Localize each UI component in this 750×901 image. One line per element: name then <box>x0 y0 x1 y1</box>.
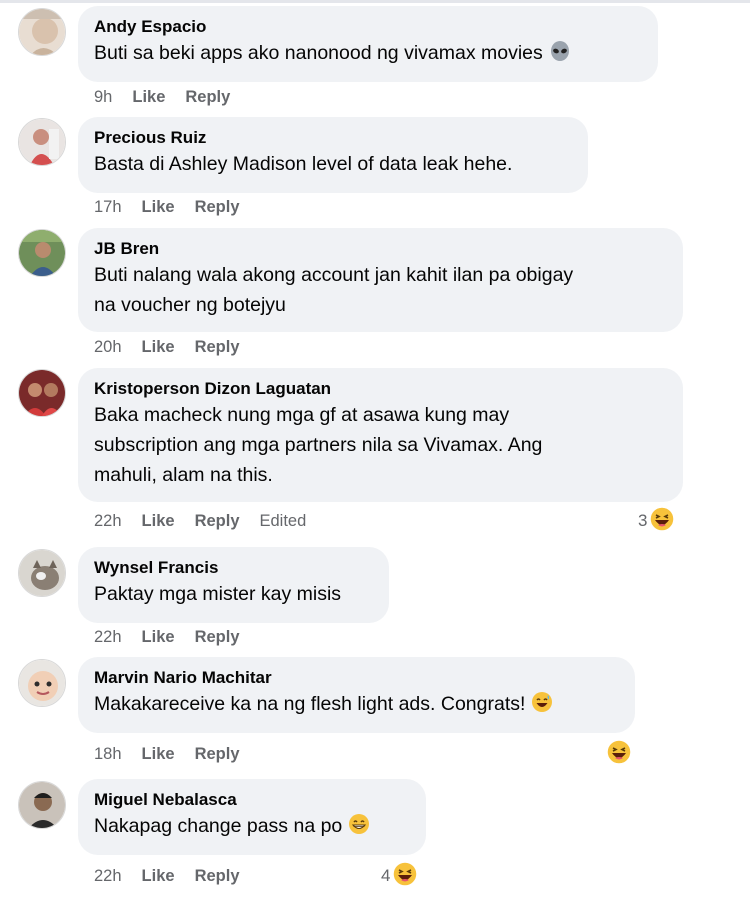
avatar[interactable] <box>18 549 66 597</box>
like-button[interactable]: Like <box>142 336 175 358</box>
comment-actions: 22h Like Reply <box>94 626 260 648</box>
comment-actions: 22h Like Reply Edited <box>94 510 326 532</box>
reply-button[interactable]: Reply <box>195 196 240 218</box>
comment-bubble: Andy Espacio Buti sa beki apps ako nanon… <box>78 6 658 82</box>
haha-icon <box>649 505 676 537</box>
reply-button[interactable]: Reply <box>195 865 240 887</box>
comment-text: Nakapag change pass na po <box>94 811 408 844</box>
haha-icon <box>392 860 419 892</box>
reply-button[interactable]: Reply <box>185 86 230 108</box>
comment-time[interactable]: 22h <box>94 510 122 532</box>
avatar[interactable] <box>18 118 66 166</box>
comment-bubble: Kristoperson Dizon Laguatan Baka macheck… <box>78 368 683 502</box>
edited-label[interactable]: Edited <box>260 510 307 532</box>
reply-button[interactable]: Reply <box>195 510 240 532</box>
comment-text: subscription ang mga partners nila sa Vi… <box>94 434 543 456</box>
reaction-summary[interactable]: 4 <box>381 860 419 892</box>
comment-time[interactable]: 22h <box>94 865 122 887</box>
haha-icon <box>606 738 632 770</box>
reply-button[interactable]: Reply <box>195 743 240 765</box>
comment-time[interactable]: 20h <box>94 336 122 358</box>
comment-actions: 17h Like Reply <box>94 196 260 218</box>
comment-author[interactable]: JB Bren <box>94 238 665 260</box>
reaction-summary[interactable]: 3 <box>638 505 676 537</box>
comment-text: Baka macheck nung mga gf at asawa kung m… <box>94 404 510 426</box>
comment-text: Paktay mga mister kay misis <box>94 583 342 605</box>
comment-bubble: JB Bren Buti nalang wala akong account j… <box>78 228 683 332</box>
avatar[interactable] <box>18 659 66 707</box>
comment-text: Buti nalang wala akong account jan kahit… <box>94 264 574 286</box>
avatar[interactable] <box>18 8 66 56</box>
like-button[interactable]: Like <box>142 743 175 765</box>
comment-time[interactable]: 22h <box>94 626 122 648</box>
reaction-count: 3 <box>638 511 648 530</box>
reaction-count: 4 <box>381 866 391 885</box>
comment-author[interactable]: Andy Espacio <box>94 16 640 38</box>
comment-text: na voucher ng botejyu <box>94 294 286 316</box>
comment-time[interactable]: 17h <box>94 196 122 218</box>
comment-actions: 9h Like Reply <box>94 86 250 108</box>
avatar[interactable] <box>18 369 66 417</box>
comment-text: Makakareceive ka na ng flesh light ads. … <box>94 689 617 722</box>
sweat-smile-icon <box>531 691 553 722</box>
like-button[interactable]: Like <box>142 626 175 648</box>
comment-bubble: Marvin Nario Machitar Makakareceive ka n… <box>78 657 635 733</box>
reply-button[interactable]: Reply <box>195 336 240 358</box>
comment-actions: 22h Like Reply <box>94 865 260 887</box>
comment-time[interactable]: 18h <box>94 743 122 765</box>
comment-author[interactable]: Kristoperson Dizon Laguatan <box>94 378 665 400</box>
comment-author[interactable]: Marvin Nario Machitar <box>94 667 617 689</box>
comment-bubble: Miguel Nebalasca Nakapag change pass na … <box>78 779 426 855</box>
reply-button[interactable]: Reply <box>195 626 240 648</box>
comment-actions: 20h Like Reply <box>94 336 260 358</box>
like-button[interactable]: Like <box>142 196 175 218</box>
comment-time[interactable]: 9h <box>94 86 112 108</box>
comment-author[interactable]: Miguel Nebalasca <box>94 789 408 811</box>
comment-text: Basta di Ashley Madison level of data le… <box>94 153 513 175</box>
comment-bubble: Precious Ruiz Basta di Ashley Madison le… <box>78 117 588 193</box>
grin-icon <box>348 813 370 844</box>
avatar[interactable] <box>18 229 66 277</box>
comment-author[interactable]: Precious Ruiz <box>94 127 570 149</box>
top-border <box>0 0 750 3</box>
comment-text: mahuli, alam na this. <box>94 464 273 486</box>
like-button[interactable]: Like <box>132 86 165 108</box>
like-button[interactable]: Like <box>142 865 175 887</box>
comment-bubble: Wynsel Francis Paktay mga mister kay mis… <box>78 547 389 623</box>
comment-text: Buti sa beki apps ako nanonood ng vivama… <box>94 38 640 71</box>
comment-actions: 18h Like Reply <box>94 743 260 765</box>
reaction-summary[interactable] <box>606 738 632 770</box>
like-button[interactable]: Like <box>142 510 175 532</box>
comment-author[interactable]: Wynsel Francis <box>94 557 371 579</box>
avatar[interactable] <box>18 781 66 829</box>
alien-icon <box>549 40 571 71</box>
